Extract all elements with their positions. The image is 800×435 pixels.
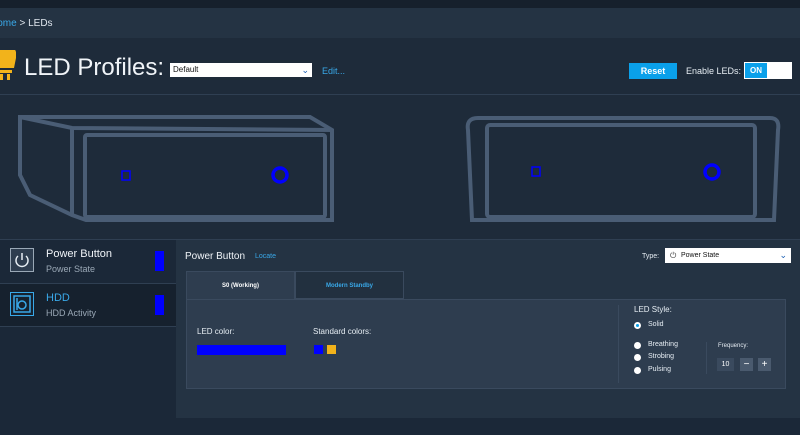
power-led-indicator[interactable] (271, 166, 289, 184)
bottom-strip (0, 418, 800, 434)
standard-color-blue[interactable] (314, 345, 323, 354)
led-color-picker[interactable] (197, 345, 286, 355)
style-strobing-label: Strobing (648, 353, 675, 360)
edit-profile-link[interactable]: Edit... (322, 66, 345, 76)
type-select[interactable]: ⏻ Power State ⌄ (665, 248, 791, 263)
led-bulb-icon (0, 50, 16, 80)
profile-select-value: Default (173, 65, 199, 74)
device-name: HDD (46, 292, 70, 304)
enable-leds-label: Enable LEDs: (686, 66, 742, 76)
tab-content (186, 299, 786, 389)
panel-title: Power Button (185, 251, 246, 262)
top-strip (0, 0, 800, 8)
power-icon (10, 248, 34, 272)
style-solid-label: Solid (648, 321, 664, 328)
enable-leds-toggle[interactable]: ON (744, 62, 792, 79)
device-subtitle: HDD Activity (46, 308, 97, 318)
standard-colors-label: Standard colors: (313, 327, 372, 336)
standard-color-yellow[interactable] (327, 345, 336, 354)
device-item-power-button[interactable]: Power Button Power State (0, 240, 176, 282)
led-color-label: LED color: (197, 327, 235, 336)
frequency-decrease-button[interactable]: − (740, 358, 753, 371)
breadcrumb: Home > LEDs (0, 8, 800, 38)
style-breathing-label: Breathing (648, 341, 678, 348)
hdd-icon (10, 292, 34, 316)
divider (618, 305, 619, 383)
reset-button[interactable]: Reset (629, 63, 677, 79)
hdd-led-indicator[interactable] (121, 170, 131, 181)
device-name: Power Button (46, 248, 113, 260)
device-subtitle: Power State (46, 264, 96, 274)
breadcrumb-current: LEDs (28, 18, 53, 29)
style-solid-radio[interactable] (634, 322, 641, 329)
frequency-value[interactable]: 10 (717, 358, 734, 371)
device-item-hdd[interactable]: HDD HDD Activity (0, 283, 176, 327)
divider (706, 342, 707, 374)
device-color-swatch (155, 251, 164, 271)
hdd-led-front-indicator[interactable] (531, 166, 541, 177)
breadcrumb-separator: > (16, 18, 29, 29)
device-front-view (465, 116, 781, 222)
power-led-front-indicator[interactable] (703, 163, 721, 181)
power-icon: ⏻ (670, 251, 677, 260)
led-style-label: LED Style: (634, 305, 672, 314)
chevron-down-icon: ⌄ (301, 65, 309, 75)
toggle-on-label: ON (745, 63, 767, 78)
chevron-down-icon: ⌄ (779, 250, 787, 260)
breadcrumb-home-link[interactable]: Home (0, 18, 17, 29)
tab-modern-standby[interactable]: Modern Standby (295, 271, 404, 299)
type-select-value: Power State (681, 252, 720, 259)
device-preview (0, 95, 800, 238)
style-breathing-radio[interactable] (634, 342, 641, 349)
frequency-label: Frequency: (718, 343, 749, 349)
profile-select[interactable]: Default ⌄ (170, 63, 312, 77)
device-color-swatch (155, 295, 164, 315)
tab-s0-working[interactable]: S0 (Working) (186, 271, 295, 299)
style-strobing-radio[interactable] (634, 354, 641, 361)
page-title: LED Profiles: (24, 54, 165, 81)
style-pulsing-label: Pulsing (648, 366, 671, 373)
style-pulsing-radio[interactable] (634, 367, 641, 374)
locate-link[interactable]: Locate (255, 253, 276, 260)
frequency-increase-button[interactable]: + (758, 358, 771, 371)
type-label: Type: (642, 253, 660, 260)
